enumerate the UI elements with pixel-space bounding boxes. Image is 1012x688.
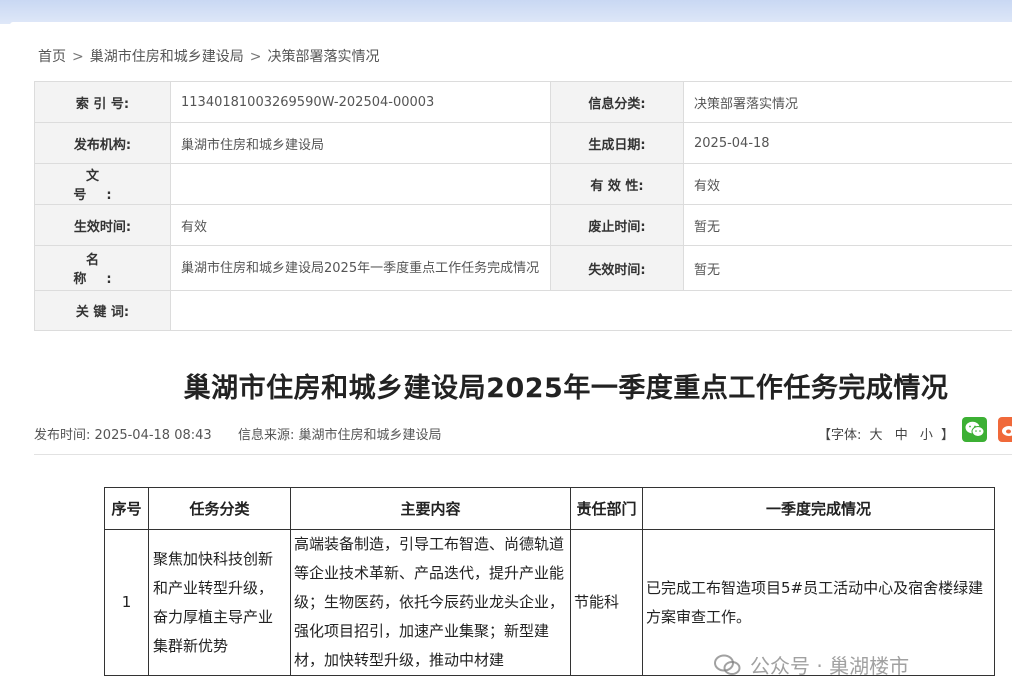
publish-info: 发布时间: 2025-04-18 08:43 信息来源: 巢湖市住房和城乡建设局	[34, 424, 442, 443]
watermark-text: 公众号 · 巢湖楼市	[750, 654, 910, 678]
publish-time-value: 2025-04-18 08:43	[94, 428, 212, 443]
column-header-no: 序号	[104, 487, 149, 530]
column-header-status: 一季度完成情况	[642, 487, 995, 530]
abolish-time-label: 废止时间:	[550, 204, 684, 246]
index-value: 11340181003269590W-202504-00003	[170, 81, 551, 123]
keywords-label: 关 键 词:	[34, 290, 171, 331]
breadcrumb-separator: >	[249, 49, 262, 65]
wechat-share-icon[interactable]	[962, 417, 987, 442]
breadcrumb-separator: >	[72, 49, 84, 65]
keywords-value	[170, 290, 1012, 331]
category-label: 信息分类:	[550, 81, 684, 123]
task-department: 节能科	[570, 529, 643, 676]
publisher-value: 巢湖市住房和城乡建设局	[170, 122, 551, 164]
created-date-label: 生成日期:	[550, 122, 684, 164]
effective-time-label: 生效时间:	[34, 204, 171, 246]
font-size-suffix: 】	[941, 428, 955, 443]
weibo-share-icon[interactable]	[998, 417, 1012, 442]
effective-time-value: 有效	[170, 204, 551, 246]
abolish-time-value: 暂无	[683, 204, 1012, 246]
validity-label: 有 效 性:	[550, 163, 684, 205]
category-value: 决策部署落实情况	[683, 81, 1012, 123]
article-title: 巢湖市住房和城乡建设局2025年一季度重点工作任务完成情况	[183, 373, 949, 404]
column-header-department: 责任部门	[570, 487, 643, 530]
task-table-header: 序号 任务分类 主要内容 责任部门 一季度完成情况	[104, 487, 995, 530]
browser-top-band	[0, 0, 1012, 24]
metadata-row: 发布机构: 巢湖市住房和城乡建设局 生成日期: 2025-04-18	[34, 122, 1012, 164]
validity-value: 有效	[683, 163, 1012, 205]
document-name-value: 巢湖市住房和城乡建设局2025年一季度重点工作任务完成情况	[170, 245, 551, 291]
source-label: 信息来源:	[237, 428, 295, 443]
font-size-switcher: 【字体: 大 中 小 】	[818, 424, 954, 443]
metadata-row: 索 引 号: 11340181003269590W-202504-00003 信…	[34, 81, 1012, 123]
expire-time-value: 暂无	[683, 245, 1012, 291]
font-size-medium-button[interactable]: 中	[895, 428, 908, 443]
column-header-category: 任务分类	[148, 487, 291, 530]
document-metadata-table: 索 引 号: 11340181003269590W-202504-00003 信…	[34, 81, 1012, 331]
task-category: 聚焦加快科技创新和产业转型升级，奋力厚植主导产业集群新优势	[148, 529, 291, 676]
font-size-small-button[interactable]: 小	[920, 428, 933, 443]
source-value: 巢湖市住房和城乡建设局	[298, 428, 442, 443]
column-header-content: 主要内容	[290, 487, 571, 530]
watermark: 公众号 · 巢湖楼市	[714, 650, 909, 679]
document-number-value	[170, 163, 551, 205]
publisher-label: 发布机构:	[34, 122, 171, 164]
task-number: 1	[104, 529, 149, 676]
content-page: 首页 > 巢湖市住房和城乡建设局 > 决策部署落实情况 索 引 号: 113401810…	[10, 22, 1012, 688]
metadata-row: 名 称: 巢湖市住房和城乡建设局2025年一季度重点工作任务完成情况 失效时间:…	[34, 245, 1012, 291]
document-name-label: 名 称:	[34, 245, 171, 291]
font-size-large-button[interactable]: 大	[870, 428, 883, 443]
index-label: 索 引 号:	[34, 81, 171, 123]
task-content: 高端装备制造，引导工布智造、尚德轨道等企业技术革新、产品迭代，提升产业能级；生物…	[290, 529, 571, 676]
divider	[34, 454, 1012, 455]
metadata-row: 生效时间: 有效 废止时间: 暂无	[34, 204, 1012, 246]
document-number-label: 文 号:	[34, 163, 171, 205]
breadcrumb: 首页 > 巢湖市住房和城乡建设局 > 决策部署落实情况	[38, 46, 379, 66]
metadata-row: 关 键 词:	[34, 290, 1012, 331]
expire-time-label: 失效时间:	[550, 245, 684, 291]
wechat-official-account-icon	[714, 654, 742, 676]
created-date-value: 2025-04-18	[683, 122, 1012, 164]
metadata-row: 文 号: 有 效 性: 有效	[34, 163, 1012, 205]
breadcrumb-home[interactable]: 首页	[38, 49, 66, 65]
publish-time-label: 发布时间:	[34, 428, 91, 443]
font-size-prefix: 【字体:	[818, 428, 862, 443]
breadcrumb-level2[interactable]: 决策部署落实情况	[267, 49, 379, 65]
task-table: 序号 任务分类 主要内容 责任部门 一季度完成情况 1 聚焦加快科技创新和产业转…	[104, 487, 995, 676]
breadcrumb-level1[interactable]: 巢湖市住房和城乡建设局	[90, 49, 244, 65]
